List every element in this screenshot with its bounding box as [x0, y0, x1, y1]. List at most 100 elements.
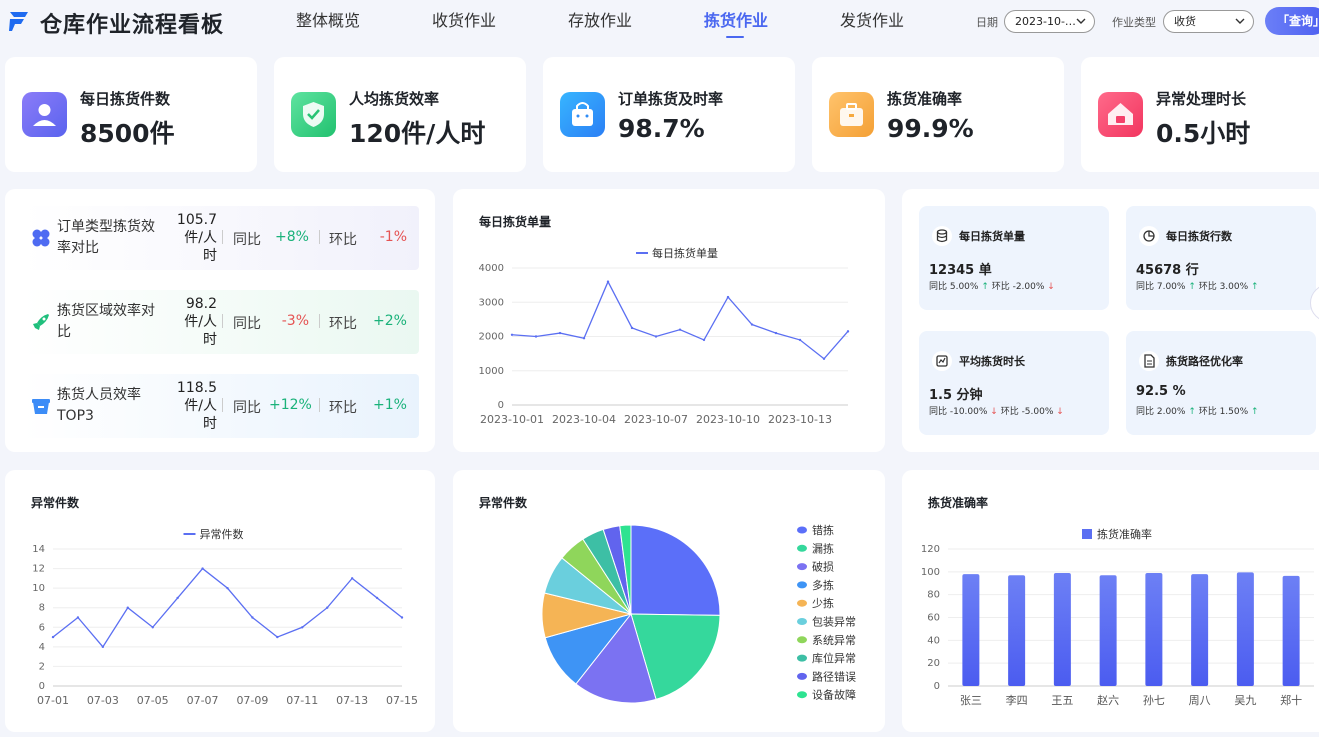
y-tick-label: 40 — [927, 635, 940, 646]
data-point — [798, 338, 802, 342]
yoy-change: 同比 2.00% — [1136, 407, 1186, 417]
query-button[interactable]: 「查询」 — [1265, 7, 1319, 35]
nav-tab-4[interactable]: 发货作业 — [804, 0, 940, 44]
bar — [1053, 572, 1071, 686]
x-tick-label: 07-13 — [336, 694, 368, 707]
pie-icon — [1139, 226, 1159, 246]
divider — [319, 314, 320, 328]
stat-change: 同比 -10.00% ↓ 环比 -5.00% ↓ — [929, 404, 1064, 417]
x-tick-label: 2023-10-04 — [552, 413, 616, 426]
mom-change: 环比 3.00% — [1198, 282, 1249, 292]
legend-label: 设备故障 — [812, 688, 856, 702]
type-label: 作业类型 — [1112, 16, 1156, 29]
kpi-title: 异常处理时长 — [1156, 90, 1247, 108]
header: 仓库作业流程看板 整体概览 收货作业 存放作业 拣货作业 发货作业 日期 2023-10… — [0, 0, 1319, 44]
x-tick-label: 07-11 — [286, 694, 318, 707]
data-point — [606, 280, 610, 283]
bar — [1008, 575, 1026, 686]
legend-label: 路径错误 — [812, 669, 856, 683]
data-point — [534, 335, 538, 338]
data-point — [350, 577, 354, 580]
legend-marker — [797, 526, 807, 534]
data-point — [226, 586, 229, 590]
file-icon — [1139, 351, 1159, 371]
shield-check-icon — [291, 92, 336, 137]
daily-orders-chart-card: 每日拣货单量 每日拣货单量 0 1000 2000 3000 4000 2023-10-01… — [453, 189, 885, 452]
mom-change: 环比 -5.00% — [1000, 407, 1054, 417]
type-select[interactable]: 收货 — [1163, 10, 1254, 33]
x-tick-label: 07-01 — [37, 694, 69, 707]
y-tick-label: 100 — [921, 567, 940, 578]
nav-tab-2[interactable]: 存放作业 — [532, 0, 668, 44]
row-value: 105.7件/人时 — [176, 212, 217, 264]
chart-icon — [932, 351, 952, 371]
kpi-card-4: 异常处理时长 0.5小时 — [1081, 57, 1319, 172]
x-tick-label: 王五 — [1051, 694, 1073, 707]
yoy-change: 同比 7.00% — [1136, 282, 1186, 292]
stat-change: 同比 5.00% ↑ 环比 -2.00% ↓ — [929, 279, 1055, 292]
box-icon — [829, 92, 874, 137]
data-point — [846, 330, 850, 333]
data-point — [678, 328, 682, 331]
nav-tab-3[interactable]: 拣货作业 — [668, 0, 804, 44]
exceptions-pie-chart: 错拣漏拣破损多拣少拣包装异常系统异常库位异常路径错误设备故障 — [541, 523, 856, 704]
stat-title: 平均拣货时长 — [959, 355, 1025, 368]
efficiency-card: 订单类型拣货效率对比 105.7件/人时 同比 +8% 环比 -1% 拣货区域效率对比 98.… — [5, 189, 435, 452]
mom-label: 环比 — [329, 232, 357, 248]
kpi-value: 99.9% — [887, 114, 974, 143]
exceptions-pie-chart-card: 异常件数 错拣 漏拣 破损 多拣 少拣 包装异常 系统异常 库位异常 路径错误 设备故障 — [453, 470, 885, 732]
x-tick-label: 周八 — [1189, 694, 1211, 707]
kpi-card-3: 拣货准确率 99.9% — [812, 57, 1064, 172]
legend-marker — [1082, 529, 1092, 539]
accuracy-bar-chart-card: 拣货准确率 拣货准确率 0 20 40 60 80 100 120 张三 李四 王五 赵六 孙七 周八 吴九… — [902, 470, 1319, 732]
x-tick-label: 2023-10-10 — [696, 413, 760, 426]
legend-marker — [797, 636, 807, 644]
database-icon — [932, 226, 952, 246]
kpi-title: 订单拣货及时率 — [618, 90, 724, 108]
y-tick-label: 0 — [934, 681, 940, 692]
data-point — [301, 626, 304, 629]
x-tick-label: 07-03 — [87, 694, 119, 707]
y-tick-label: 12 — [32, 564, 45, 575]
legend-marker — [797, 581, 807, 589]
legend-marker — [797, 691, 807, 699]
divider — [222, 398, 223, 412]
bar — [1282, 575, 1300, 686]
data-point — [774, 331, 778, 335]
stat-title: 每日拣货单量 — [959, 230, 1025, 243]
y-tick-label: 8 — [39, 603, 45, 614]
data-point — [101, 645, 105, 649]
x-tick-label: 07-05 — [137, 694, 169, 707]
data-point — [76, 616, 80, 619]
y-tick-label: 1000 — [479, 366, 504, 377]
nav-tab-1[interactable]: 收货作业 — [396, 0, 532, 44]
data-point — [201, 567, 204, 570]
rocket-icon — [33, 314, 49, 330]
kpi-value: 98.7% — [618, 114, 705, 143]
arrow-down-icon: ↓ — [1053, 407, 1064, 417]
divider — [222, 230, 223, 244]
exceptions-line-chart-card: 异常件数 异常件数 0 2 4 6 8 10 12 14 07-01 07-03 07-05 07-07… — [5, 470, 435, 732]
bar — [962, 574, 980, 686]
yoy-change: 同比 5.00% — [929, 282, 979, 292]
stat-value: 92.5 % — [1136, 384, 1186, 399]
bar — [1099, 575, 1117, 686]
daily-orders-line-chart: 每日拣货单量 0 1000 2000 3000 4000 2023-10-01 2023-10… — [479, 246, 850, 426]
kpi-title: 每日拣货件数 — [80, 90, 171, 108]
home-icon — [1098, 92, 1143, 137]
date-select[interactable]: 2023-10-… — [1004, 10, 1095, 33]
y-tick-label: 14 — [32, 544, 45, 555]
accuracy-bar-chart: 拣货准确率 0 20 40 60 80 100 120 张三 李四 王五 赵六 孙七 周八 吴九 郑十 — [921, 527, 1314, 707]
legend-label: 错拣 — [812, 523, 834, 537]
exceptions-line-chart: 异常件数 0 2 4 6 8 10 12 14 07-01 07-03 07-05 07-07 07-09… — [32, 528, 418, 707]
legend-marker — [797, 599, 807, 607]
y-tick-label: 6 — [39, 622, 45, 633]
nav-tab-0[interactable]: 整体概览 — [260, 0, 396, 44]
x-tick-label: 郑十 — [1280, 693, 1302, 707]
y-tick-label: 10 — [32, 583, 45, 594]
x-tick-label: 07-15 — [386, 694, 418, 707]
data-point — [326, 606, 329, 609]
user-icon — [22, 92, 67, 137]
main-nav: 整体概览 收货作业 存放作业 拣货作业 发货作业 — [260, 0, 940, 44]
bar — [1191, 574, 1209, 686]
